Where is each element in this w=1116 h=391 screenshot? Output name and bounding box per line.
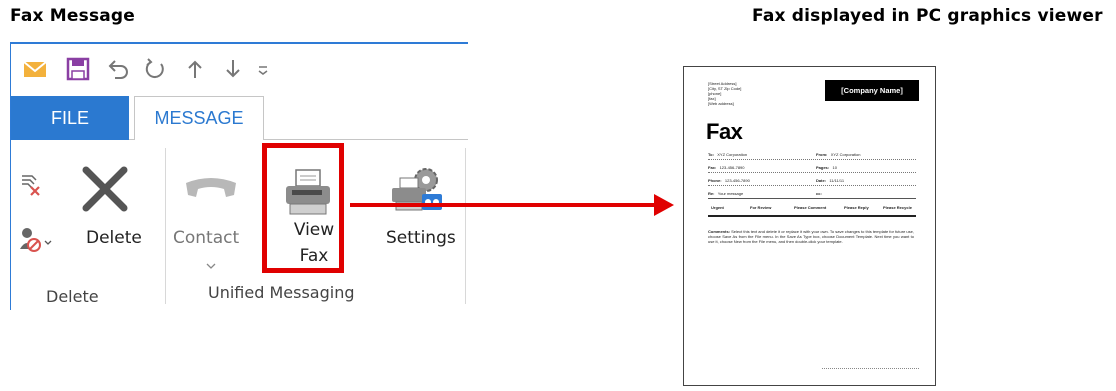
phone-handset-icon[interactable] [182,175,240,209]
fax-settings-icon[interactable] [388,164,446,216]
from-row: From: XYZ Corporation [816,152,860,157]
quick-access-toolbar [10,44,468,96]
delete-button-label[interactable]: Delete [86,228,142,248]
fax-viewer-title: Fax displayed in PC graphics viewer [752,6,1103,26]
date-label: Date: [816,178,827,183]
fax-message-title: Fax Message [10,6,136,26]
re-value: Your message [717,191,744,196]
cc-row: cc: [816,191,822,196]
chevron-down-icon[interactable] [206,262,216,270]
envelope-icon[interactable] [22,56,48,82]
check-label: Please Comment [794,205,827,210]
outlook-ribbon: FILE MESSAGE Delete Delete Contact View … [10,42,468,310]
check-reply: Please Reply [844,205,869,210]
contact-button-label[interactable]: Contact [173,228,239,248]
check-comment: Please Comment [794,205,826,210]
arrow-line [350,203,656,207]
undo-icon[interactable] [105,56,131,82]
down-arrow-icon[interactable] [220,56,246,82]
phone-value: 123-456-7890 [724,178,750,183]
to-row: To: XYZ Corporation [708,152,747,157]
view-fax-highlight [262,143,344,273]
cc-label: cc: [816,191,822,196]
check-label: For Review [750,205,772,210]
check-label: Urgent [711,205,724,210]
comments-text: Select this text and delete it or replac… [708,229,914,244]
customize-toolbar-icon[interactable] [250,56,276,82]
date-row: Date: 11/11/11 [816,178,844,183]
tab-file[interactable]: FILE [11,96,129,140]
check-label: Please Reply [844,205,869,210]
divider [708,159,916,160]
divider [708,215,916,217]
delete-x-icon[interactable] [80,166,130,212]
fax-label: Fax: [708,165,717,170]
footer-line [822,368,919,369]
redo-icon[interactable] [143,56,169,82]
unified-messaging-group-label: Unified Messaging [208,283,355,302]
arrow-head [654,194,674,216]
to-label: To: [708,152,714,157]
junk-block-icon[interactable] [18,225,54,255]
sender-address: [Street Address] [City, ST Zip Code] [ph… [708,81,741,106]
group-separator [165,148,166,304]
pages-label: Pages: [816,165,830,170]
save-icon[interactable] [65,56,91,82]
ribbon-tabs: FILE MESSAGE [10,96,468,140]
re-row: Re: Your message [708,191,743,196]
comments-block: Comments: Select this text and delete it… [708,229,914,244]
fax-heading: Fax [706,119,743,144]
ignore-icon[interactable] [18,172,44,200]
address-line: [Web address] [708,101,734,106]
group-separator [465,148,466,304]
fax-row: Fax: 123-456-7890 [708,165,745,170]
from-label: From: [816,152,828,157]
check-recycle: Please Recycle [883,205,912,210]
from-value: XYZ Corporation [830,152,861,157]
fax-value: 123-456-7890 [719,165,745,170]
check-review: For Review [750,205,771,210]
pages-value: 10 [832,165,837,170]
date-value: 11/11/11 [829,178,845,183]
divider [708,198,916,199]
phone-row: Phone: 123-456-7890 [708,178,750,183]
divider [708,185,916,186]
company-name-box: [Company Name] [825,80,919,101]
phone-label: Phone: [708,178,722,183]
check-label: Please Recycle [883,205,912,210]
pages-row: Pages: 10 [816,165,837,170]
divider [708,172,916,173]
re-label: Re: [708,191,715,196]
settings-button-label[interactable]: Settings [386,228,456,248]
to-value: XYZ Corporation [717,152,748,157]
up-arrow-icon[interactable] [182,56,208,82]
check-urgent: Urgent [711,205,724,210]
delete-group-label: Delete [46,287,99,306]
tab-message[interactable]: MESSAGE [134,96,264,140]
fax-document: [Street Address] [City, ST Zip Code] [ph… [683,66,936,386]
